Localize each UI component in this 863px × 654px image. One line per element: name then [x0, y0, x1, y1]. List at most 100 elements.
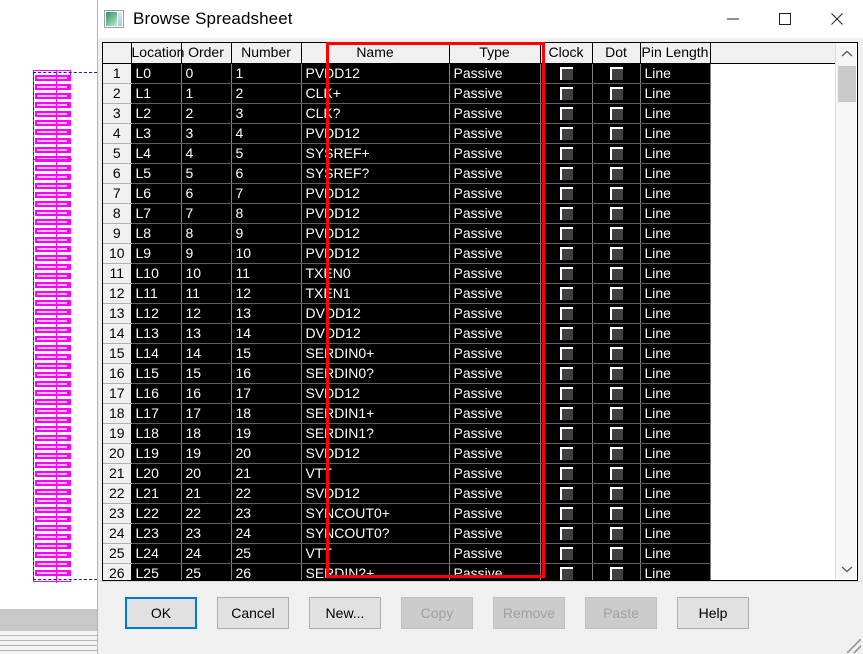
row-number-cell[interactable]: 15 — [103, 343, 132, 364]
table-row[interactable]: 1 L0 0 1 PVDD12 Passive Line — [103, 63, 836, 84]
table-row[interactable]: 14 L13 13 14 DVDD12 Passive Line — [103, 323, 836, 344]
order-cell[interactable]: 21 — [181, 483, 232, 504]
clock-checkbox-cell[interactable] — [540, 143, 593, 164]
row-number-cell[interactable]: 17 — [103, 383, 132, 404]
name-cell[interactable]: DVDD12 — [301, 303, 450, 324]
unchecked-checkbox-icon[interactable] — [609, 366, 623, 380]
order-cell[interactable]: 8 — [181, 223, 232, 244]
ok-button[interactable]: OK — [125, 597, 197, 629]
blank-cell[interactable] — [710, 543, 836, 563]
dot-checkbox-cell[interactable] — [592, 323, 641, 344]
unchecked-checkbox-icon[interactable] — [609, 466, 623, 480]
unchecked-checkbox-icon[interactable] — [609, 86, 623, 100]
clock-checkbox-cell[interactable] — [540, 243, 593, 264]
number-cell[interactable]: 20 — [231, 443, 302, 464]
dot-checkbox-cell[interactable] — [592, 243, 641, 264]
blank-cell[interactable] — [710, 183, 836, 203]
dot-checkbox-cell[interactable] — [592, 63, 641, 84]
name-cell[interactable]: DVDD12 — [301, 323, 450, 344]
name-cell[interactable]: VTT — [301, 463, 450, 484]
column-header-order[interactable]: Order — [181, 43, 232, 64]
blank-cell[interactable] — [710, 483, 836, 503]
location-cell[interactable]: L25 — [131, 563, 182, 580]
unchecked-checkbox-icon[interactable] — [609, 246, 623, 260]
clock-checkbox-cell[interactable] — [540, 123, 593, 144]
table-row[interactable]: 18 L17 17 18 SERDIN1+ Passive Line — [103, 403, 836, 424]
clock-checkbox-cell[interactable] — [540, 263, 593, 284]
order-cell[interactable]: 17 — [181, 403, 232, 424]
order-cell[interactable]: 2 — [181, 103, 232, 124]
unchecked-checkbox-icon[interactable] — [559, 246, 573, 260]
clock-checkbox-cell[interactable] — [540, 183, 593, 204]
unchecked-checkbox-icon[interactable] — [559, 126, 573, 140]
pin-length-cell[interactable]: Line — [640, 63, 711, 84]
name-cell[interactable]: PVDD12 — [301, 243, 450, 264]
spreadsheet-grid[interactable]: Location Order Number Name Type Clock Do… — [102, 42, 858, 581]
type-cell[interactable]: Passive — [449, 63, 541, 84]
order-cell[interactable]: 0 — [181, 63, 232, 84]
table-row[interactable]: 17 L16 16 17 SVDD12 Passive Line — [103, 383, 836, 404]
location-cell[interactable]: L24 — [131, 543, 182, 564]
location-cell[interactable]: L17 — [131, 403, 182, 424]
order-cell[interactable]: 3 — [181, 123, 232, 144]
unchecked-checkbox-icon[interactable] — [559, 506, 573, 520]
cancel-button[interactable]: Cancel — [217, 597, 289, 629]
table-row[interactable]: 6 L5 5 6 SYSREF? Passive Line — [103, 163, 836, 184]
dot-checkbox-cell[interactable] — [592, 223, 641, 244]
dot-checkbox-cell[interactable] — [592, 143, 641, 164]
dot-checkbox-cell[interactable] — [592, 343, 641, 364]
name-cell[interactable]: SVDD12 — [301, 483, 450, 504]
chevron-up-icon[interactable] — [836, 44, 857, 64]
unchecked-checkbox-icon[interactable] — [559, 146, 573, 160]
number-cell[interactable]: 5 — [231, 143, 302, 164]
number-cell[interactable]: 21 — [231, 463, 302, 484]
order-cell[interactable]: 10 — [181, 263, 232, 284]
location-cell[interactable]: L6 — [131, 183, 182, 204]
location-cell[interactable]: L16 — [131, 383, 182, 404]
blank-cell[interactable] — [710, 363, 836, 383]
row-number-cell[interactable]: 22 — [103, 483, 132, 504]
unchecked-checkbox-icon[interactable] — [559, 306, 573, 320]
dot-checkbox-cell[interactable] — [592, 263, 641, 284]
pin-length-cell[interactable]: Line — [640, 183, 711, 204]
location-cell[interactable]: L12 — [131, 303, 182, 324]
pin-length-cell[interactable]: Line — [640, 143, 711, 164]
blank-cell[interactable] — [710, 423, 836, 443]
dot-checkbox-cell[interactable] — [592, 123, 641, 144]
number-cell[interactable]: 4 — [231, 123, 302, 144]
pin-length-cell[interactable]: Line — [640, 443, 711, 464]
type-cell[interactable]: Passive — [449, 263, 541, 284]
name-cell[interactable]: SERDIN0+ — [301, 343, 450, 364]
name-cell[interactable]: PVDD12 — [301, 183, 450, 204]
location-cell[interactable]: L8 — [131, 223, 182, 244]
dot-checkbox-cell[interactable] — [592, 463, 641, 484]
unchecked-checkbox-icon[interactable] — [609, 446, 623, 460]
row-number-cell[interactable]: 7 — [103, 183, 132, 204]
number-cell[interactable]: 1 — [231, 63, 302, 84]
pin-length-cell[interactable]: Line — [640, 123, 711, 144]
unchecked-checkbox-icon[interactable] — [609, 166, 623, 180]
type-cell[interactable]: Passive — [449, 123, 541, 144]
name-cell[interactable]: SVDD12 — [301, 383, 450, 404]
name-cell[interactable]: SYNCOUT0? — [301, 523, 450, 544]
pin-length-cell[interactable]: Line — [640, 343, 711, 364]
minimize-icon[interactable] — [707, 0, 759, 38]
type-cell[interactable]: Passive — [449, 283, 541, 304]
dot-checkbox-cell[interactable] — [592, 563, 641, 580]
unchecked-checkbox-icon[interactable] — [609, 426, 623, 440]
clock-checkbox-cell[interactable] — [540, 563, 593, 580]
unchecked-checkbox-icon[interactable] — [559, 566, 573, 580]
unchecked-checkbox-icon[interactable] — [609, 486, 623, 500]
column-header-name[interactable]: Name — [301, 43, 450, 64]
number-cell[interactable]: 9 — [231, 223, 302, 244]
clock-checkbox-cell[interactable] — [540, 383, 593, 404]
clock-checkbox-cell[interactable] — [540, 223, 593, 244]
table-row[interactable]: 20 L19 19 20 SVDD12 Passive Line — [103, 443, 836, 464]
dot-checkbox-cell[interactable] — [592, 503, 641, 524]
row-number-cell[interactable]: 1 — [103, 63, 132, 84]
unchecked-checkbox-icon[interactable] — [609, 566, 623, 580]
number-cell[interactable]: 19 — [231, 423, 302, 444]
location-cell[interactable]: L15 — [131, 363, 182, 384]
unchecked-checkbox-icon[interactable] — [559, 486, 573, 500]
row-number-cell[interactable]: 21 — [103, 463, 132, 484]
